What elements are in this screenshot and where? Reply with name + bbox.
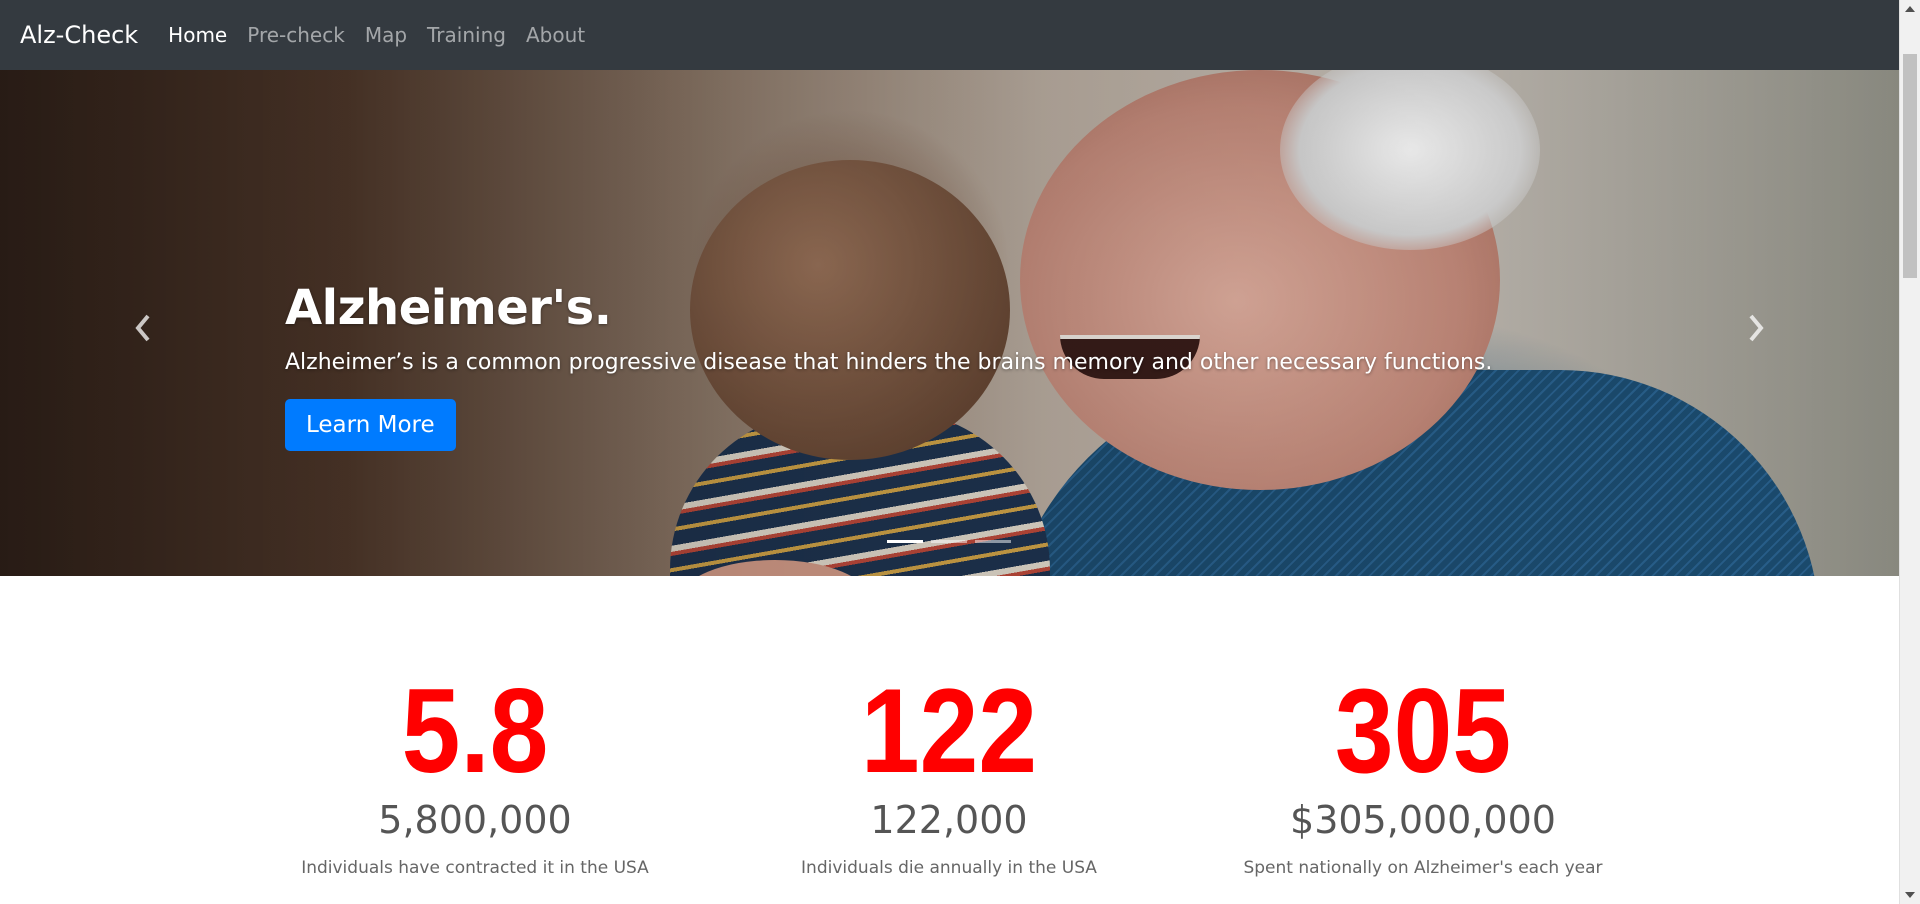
chevron-left-icon — [135, 314, 150, 342]
nav-item-map[interactable]: Map — [365, 23, 407, 47]
page: Alz-Check Home Pre-check Map Training Ab… — [0, 0, 1920, 904]
hero-title: Alzheimer's. — [285, 280, 612, 336]
nav-item-training[interactable]: Training — [427, 23, 506, 47]
page-scrollbar[interactable] — [1899, 0, 1920, 904]
carousel-indicator-3[interactable] — [975, 540, 1011, 543]
stat-description: Individuals have contracted it in the US… — [301, 858, 649, 878]
carousel-indicators — [887, 540, 1011, 543]
stat-big-number: 122 — [860, 664, 1038, 798]
hero-carousel: Alzheimer's. Alzheimer’s is a common pro… — [0, 70, 1899, 576]
learn-more-button[interactable]: Learn More — [285, 399, 456, 451]
stat-big-number: 305 — [1334, 664, 1512, 798]
carousel-prev-button[interactable] — [128, 308, 158, 348]
stat-value: $305,000,000 — [1290, 798, 1556, 842]
carousel-indicator-2[interactable] — [931, 540, 967, 543]
stat-card: 5.8 5,800,000 Individuals have contracte… — [240, 576, 710, 878]
carousel-indicator-1[interactable] — [887, 540, 923, 543]
top-navbar: Alz-Check Home Pre-check Map Training Ab… — [0, 0, 1899, 70]
stat-big-number: 5.8 — [401, 664, 549, 798]
nav-item-pre-check[interactable]: Pre-check — [247, 23, 345, 47]
stat-description: Individuals die annually in the USA — [801, 858, 1097, 878]
scroll-down-arrow-icon[interactable] — [1900, 886, 1920, 904]
scroll-up-arrow-icon[interactable] — [1900, 0, 1920, 18]
brand-logo[interactable]: Alz-Check — [20, 21, 138, 49]
stat-card: 305 $305,000,000 Spent nationally on Alz… — [1188, 576, 1658, 878]
stat-value: 5,800,000 — [378, 798, 572, 842]
stat-value: 122,000 — [870, 798, 1028, 842]
stat-description: Spent nationally on Alzheimer's each yea… — [1243, 858, 1603, 878]
scrollbar-thumb[interactable] — [1903, 54, 1917, 278]
carousel-next-button[interactable] — [1741, 308, 1771, 348]
nav-item-home[interactable]: Home — [168, 23, 227, 47]
stat-card: 122 122,000 Individuals die annually in … — [714, 576, 1184, 878]
hero-text: Alzheimer’s is a common progressive dise… — [285, 350, 1493, 375]
carousel-caption: Alzheimer's. Alzheimer’s is a common pro… — [285, 280, 1492, 451]
chevron-right-icon — [1749, 314, 1764, 342]
stats-section: 5.8 5,800,000 Individuals have contracte… — [0, 576, 1899, 904]
nav-item-about[interactable]: About — [526, 23, 585, 47]
